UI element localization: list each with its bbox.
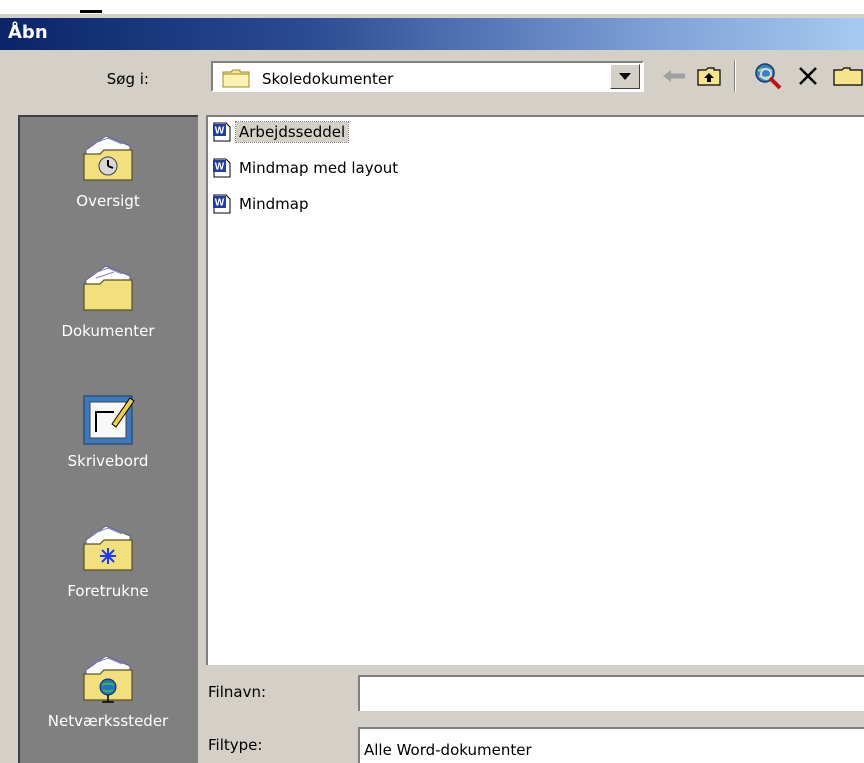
folder-icon xyxy=(222,68,250,92)
close-icon xyxy=(799,67,817,85)
back-arrow-icon xyxy=(663,70,685,82)
filetype-label: Filtype: xyxy=(208,736,263,754)
delete-button[interactable] xyxy=(792,60,824,92)
network-folder-icon xyxy=(78,652,138,704)
lookin-value: Skoledokumenter xyxy=(262,70,394,88)
svg-text:W: W xyxy=(215,198,225,209)
filename-input[interactable] xyxy=(358,675,864,711)
chevron-down-icon xyxy=(619,72,631,80)
favorites-folder-icon xyxy=(78,522,138,574)
file-item[interactable]: W Arbejdsseddel xyxy=(212,120,350,144)
place-label: Netværkssteder xyxy=(47,712,169,730)
place-label: Dokumenter xyxy=(61,322,155,340)
svg-text:W: W xyxy=(215,162,225,173)
file-name: Mindmap med layout xyxy=(239,159,399,177)
new-folder-button[interactable] xyxy=(832,60,864,92)
new-folder-icon xyxy=(833,67,863,86)
file-name: Mindmap xyxy=(239,195,309,213)
filename-label: Filnavn: xyxy=(208,683,267,701)
place-documents[interactable]: Dokumenter xyxy=(18,262,198,340)
file-item[interactable]: W Mindmap med layout xyxy=(212,156,401,180)
back-button[interactable] xyxy=(658,60,690,92)
place-network[interactable]: Netværkssteder xyxy=(18,652,198,730)
title-bar[interactable] xyxy=(0,18,864,50)
lookin-label: Søg i: xyxy=(106,70,149,88)
place-favorites[interactable]: Foretrukne xyxy=(18,522,198,600)
history-folder-icon xyxy=(78,132,138,184)
word-document-icon: W xyxy=(213,158,231,178)
search-web-button[interactable] xyxy=(752,60,784,92)
toolbar-separator xyxy=(734,60,736,92)
word-document-icon: W xyxy=(213,194,231,214)
word-document-icon: W xyxy=(213,122,231,142)
dropdown-arrow-button[interactable] xyxy=(610,64,640,89)
accelerator-underline xyxy=(80,10,102,13)
place-label: Skrivebord xyxy=(67,452,149,470)
file-name: Arbejdsseddel xyxy=(234,121,350,143)
window-title: Åbn xyxy=(8,22,48,43)
filetype-select[interactable]: Alle Word-dokumenter xyxy=(358,727,864,763)
documents-folder-icon xyxy=(78,262,138,314)
folder-up-icon xyxy=(697,67,721,86)
place-history[interactable]: Oversigt xyxy=(18,132,198,210)
place-label: Oversigt xyxy=(76,192,140,210)
svg-text:W: W xyxy=(215,126,225,137)
place-label: Foretrukne xyxy=(67,582,149,600)
up-one-level-button[interactable] xyxy=(693,60,725,92)
file-item[interactable]: W Mindmap xyxy=(212,192,311,216)
desktop-icon xyxy=(78,392,138,445)
globe-search-icon xyxy=(755,63,782,90)
place-desktop[interactable]: Skrivebord xyxy=(18,392,198,470)
